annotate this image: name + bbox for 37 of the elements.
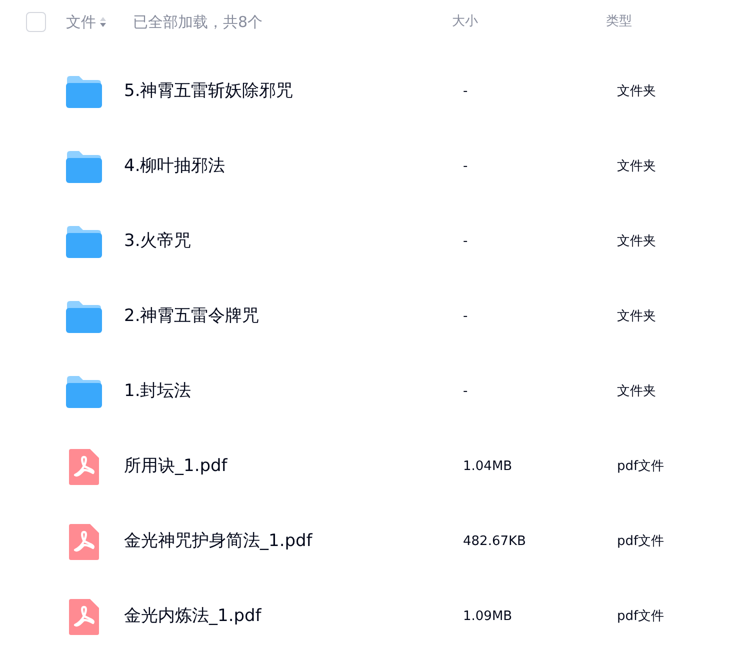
file-name[interactable]: 5.神霄五雷斩妖除邪咒: [124, 78, 463, 104]
size-column-header: 大小: [452, 13, 479, 32]
file-size: -: [463, 158, 469, 176]
file-type: pdf文件: [617, 532, 664, 551]
file-size: -: [463, 308, 469, 326]
file-size: -: [463, 82, 469, 101]
file-type: pdf文件: [617, 458, 664, 476]
sort-icon[interactable]: [99, 16, 107, 28]
pdf-icon: [69, 524, 99, 560]
file-type: 文件夹: [617, 158, 656, 176]
folder-icon: [66, 376, 102, 408]
folder-icon: [66, 226, 102, 258]
file-type: 文件夹: [617, 232, 656, 251]
file-name[interactable]: 所用诀_1.pdf: [124, 454, 463, 480]
file-size: -: [463, 382, 469, 401]
file-name[interactable]: 金光内炼法_1.pdf: [124, 604, 463, 630]
file-name[interactable]: 金光神咒护身简法_1.pdf: [124, 528, 463, 554]
file-name[interactable]: 4.柳叶抽邪法: [124, 154, 463, 180]
file-name[interactable]: 1.封坛法: [124, 378, 463, 404]
file-type: 文件夹: [617, 308, 656, 326]
file-size: -: [463, 232, 469, 251]
folder-icon: [66, 300, 102, 332]
load-status: 已全部加载，共8个: [133, 12, 264, 33]
file-name[interactable]: 3.火帝咒: [124, 228, 463, 254]
pdf-icon: [69, 448, 99, 484]
file-type: 文件夹: [617, 382, 656, 401]
select-all-checkbox[interactable]: [26, 12, 46, 32]
pdf-icon: [69, 598, 99, 634]
file-type: pdf文件: [617, 608, 664, 626]
file-size: 482.67KB: [463, 532, 527, 551]
type-column-header: 类型: [606, 13, 632, 32]
folder-icon: [66, 150, 102, 182]
file-name[interactable]: 2.神霄五雷令牌咒: [124, 304, 463, 330]
folder-icon: [66, 76, 102, 108]
file-size: 1.04MB: [463, 458, 514, 476]
file-size: 1.09MB: [463, 608, 514, 626]
file-type: 文件夹: [617, 82, 656, 101]
